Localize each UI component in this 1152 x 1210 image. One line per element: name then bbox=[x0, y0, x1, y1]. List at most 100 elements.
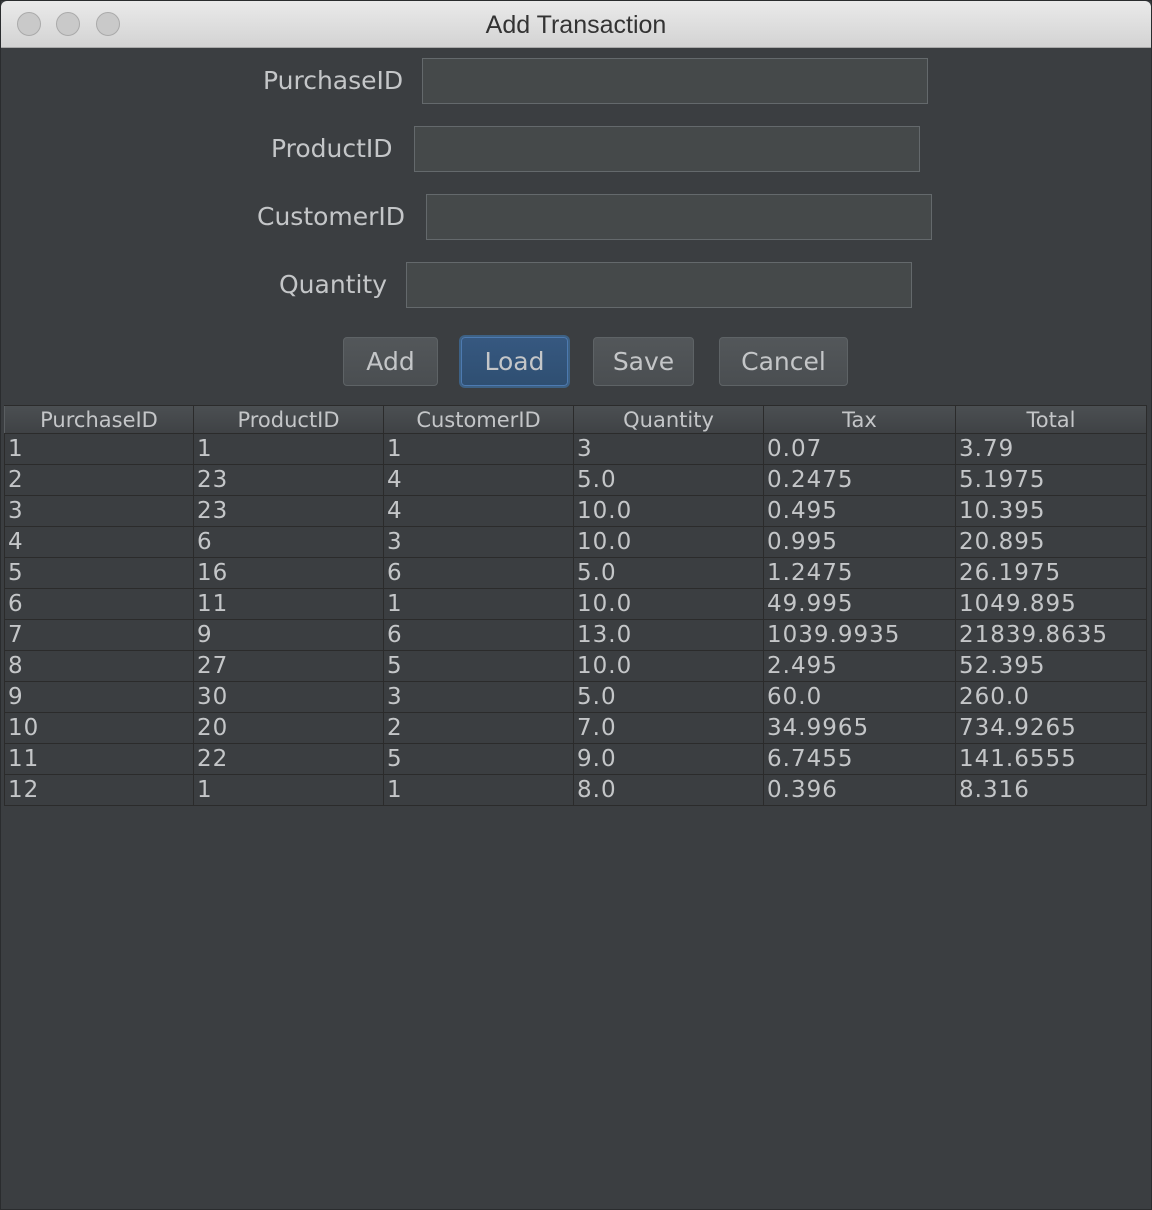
table-row[interactable]: 7 9 6 13.0 1039.9935 21839.8635 bbox=[4, 619, 1147, 651]
cell-customer-id[interactable]: 1 bbox=[383, 774, 574, 806]
cell-total[interactable]: 26.1975 bbox=[955, 557, 1147, 589]
cell-purchase-id[interactable]: 1 bbox=[4, 433, 194, 465]
cell-quantity[interactable]: 10.0 bbox=[573, 650, 764, 682]
cell-quantity[interactable]: 3 bbox=[573, 433, 764, 465]
table-row[interactable]: 2 23 4 5.0 0.2475 5.1975 bbox=[4, 464, 1147, 496]
cell-customer-id[interactable]: 5 bbox=[383, 743, 574, 775]
cell-tax[interactable]: 0.07 bbox=[763, 433, 956, 465]
cell-customer-id[interactable]: 6 bbox=[383, 619, 574, 651]
table-row[interactable]: 4 6 3 10.0 0.995 20.895 bbox=[4, 526, 1147, 558]
cell-tax[interactable]: 60.0 bbox=[763, 681, 956, 713]
cell-product-id[interactable]: 16 bbox=[193, 557, 384, 589]
cell-product-id[interactable]: 23 bbox=[193, 464, 384, 496]
cell-product-id[interactable]: 22 bbox=[193, 743, 384, 775]
table-row[interactable]: 6 11 1 10.0 49.995 1049.895 bbox=[4, 588, 1147, 620]
table-row[interactable]: 8 27 5 10.0 2.495 52.395 bbox=[4, 650, 1147, 682]
title-bar[interactable]: Add Transaction bbox=[1, 1, 1151, 48]
cell-purchase-id[interactable]: 9 bbox=[4, 681, 194, 713]
cell-customer-id[interactable]: 3 bbox=[383, 681, 574, 713]
cell-total[interactable]: 8.316 bbox=[955, 774, 1147, 806]
cell-tax[interactable]: 34.9965 bbox=[763, 712, 956, 744]
cell-quantity[interactable]: 13.0 bbox=[573, 619, 764, 651]
cell-purchase-id[interactable]: 6 bbox=[4, 588, 194, 620]
column-header-purchase-id[interactable]: PurchaseID bbox=[4, 406, 194, 434]
column-header-customer-id[interactable]: CustomerID bbox=[383, 406, 574, 434]
cell-tax[interactable]: 1.2475 bbox=[763, 557, 956, 589]
column-header-tax[interactable]: Tax bbox=[763, 406, 956, 434]
cell-total[interactable]: 141.6555 bbox=[955, 743, 1147, 775]
cell-quantity[interactable]: 10.0 bbox=[573, 588, 764, 620]
cell-total[interactable]: 5.1975 bbox=[955, 464, 1147, 496]
cell-product-id[interactable]: 20 bbox=[193, 712, 384, 744]
table-row[interactable]: 11 22 5 9.0 6.7455 141.6555 bbox=[4, 743, 1147, 775]
cell-tax[interactable]: 6.7455 bbox=[763, 743, 956, 775]
customer-id-input[interactable] bbox=[426, 194, 932, 240]
cell-product-id[interactable]: 9 bbox=[193, 619, 384, 651]
cell-quantity[interactable]: 5.0 bbox=[573, 464, 764, 496]
cell-product-id[interactable]: 30 bbox=[193, 681, 384, 713]
cell-purchase-id[interactable]: 7 bbox=[4, 619, 194, 651]
cell-customer-id[interactable]: 2 bbox=[383, 712, 574, 744]
cell-total[interactable]: 52.395 bbox=[955, 650, 1147, 682]
cell-total[interactable]: 260.0 bbox=[955, 681, 1147, 713]
table-row[interactable]: 1 1 1 3 0.07 3.79 bbox=[4, 433, 1147, 465]
cell-customer-id[interactable]: 4 bbox=[383, 464, 574, 496]
cell-quantity[interactable]: 10.0 bbox=[573, 526, 764, 558]
cell-tax[interactable]: 2.495 bbox=[763, 650, 956, 682]
purchase-id-input[interactable] bbox=[422, 58, 928, 104]
cell-total[interactable]: 734.9265 bbox=[955, 712, 1147, 744]
cell-tax[interactable]: 49.995 bbox=[763, 588, 956, 620]
transactions-table-viewport[interactable]: PurchaseID ProductID CustomerID Quantity… bbox=[4, 405, 1147, 1208]
add-button[interactable]: Add bbox=[343, 337, 438, 386]
cell-product-id[interactable]: 6 bbox=[193, 526, 384, 558]
cell-purchase-id[interactable]: 5 bbox=[4, 557, 194, 589]
cell-total[interactable]: 3.79 bbox=[955, 433, 1147, 465]
cell-quantity[interactable]: 5.0 bbox=[573, 681, 764, 713]
cell-purchase-id[interactable]: 8 bbox=[4, 650, 194, 682]
cell-customer-id[interactable]: 5 bbox=[383, 650, 574, 682]
quantity-input[interactable] bbox=[406, 262, 912, 308]
cell-tax[interactable]: 0.2475 bbox=[763, 464, 956, 496]
cell-customer-id[interactable]: 1 bbox=[383, 588, 574, 620]
cell-tax[interactable]: 0.396 bbox=[763, 774, 956, 806]
cell-customer-id[interactable]: 4 bbox=[383, 495, 574, 527]
cell-purchase-id[interactable]: 3 bbox=[4, 495, 194, 527]
cell-customer-id[interactable]: 3 bbox=[383, 526, 574, 558]
load-button[interactable]: Load bbox=[461, 337, 568, 386]
cell-tax[interactable]: 0.995 bbox=[763, 526, 956, 558]
cell-product-id[interactable]: 1 bbox=[193, 433, 384, 465]
cell-total[interactable]: 20.895 bbox=[955, 526, 1147, 558]
cell-product-id[interactable]: 27 bbox=[193, 650, 384, 682]
save-button[interactable]: Save bbox=[593, 337, 694, 386]
table-row[interactable]: 3 23 4 10.0 0.495 10.395 bbox=[4, 495, 1147, 527]
cell-purchase-id[interactable]: 4 bbox=[4, 526, 194, 558]
cell-quantity[interactable]: 9.0 bbox=[573, 743, 764, 775]
table-row[interactable]: 9 30 3 5.0 60.0 260.0 bbox=[4, 681, 1147, 713]
table-row[interactable]: 10 20 2 7.0 34.9965 734.9265 bbox=[4, 712, 1147, 744]
cell-purchase-id[interactable]: 12 bbox=[4, 774, 194, 806]
cell-total[interactable]: 1049.895 bbox=[955, 588, 1147, 620]
cell-purchase-id[interactable]: 2 bbox=[4, 464, 194, 496]
cell-product-id[interactable]: 1 bbox=[193, 774, 384, 806]
cell-total[interactable]: 10.395 bbox=[955, 495, 1147, 527]
cell-purchase-id[interactable]: 11 bbox=[4, 743, 194, 775]
cell-product-id[interactable]: 23 bbox=[193, 495, 384, 527]
cell-tax[interactable]: 1039.9935 bbox=[763, 619, 956, 651]
cell-customer-id[interactable]: 6 bbox=[383, 557, 574, 589]
cell-customer-id[interactable]: 1 bbox=[383, 433, 574, 465]
cell-tax[interactable]: 0.495 bbox=[763, 495, 956, 527]
cell-purchase-id[interactable]: 10 bbox=[4, 712, 194, 744]
table-row[interactable]: 5 16 6 5.0 1.2475 26.1975 bbox=[4, 557, 1147, 589]
cancel-button[interactable]: Cancel bbox=[719, 337, 848, 386]
cell-quantity[interactable]: 8.0 bbox=[573, 774, 764, 806]
column-header-total[interactable]: Total bbox=[955, 406, 1147, 434]
column-header-quantity[interactable]: Quantity bbox=[573, 406, 764, 434]
cell-quantity[interactable]: 7.0 bbox=[573, 712, 764, 744]
table-row[interactable]: 12 1 1 8.0 0.396 8.316 bbox=[4, 774, 1147, 806]
cell-total[interactable]: 21839.8635 bbox=[955, 619, 1147, 651]
product-id-input[interactable] bbox=[414, 126, 920, 172]
cell-product-id[interactable]: 11 bbox=[193, 588, 384, 620]
cell-quantity[interactable]: 10.0 bbox=[573, 495, 764, 527]
cell-quantity[interactable]: 5.0 bbox=[573, 557, 764, 589]
column-header-product-id[interactable]: ProductID bbox=[193, 406, 384, 434]
